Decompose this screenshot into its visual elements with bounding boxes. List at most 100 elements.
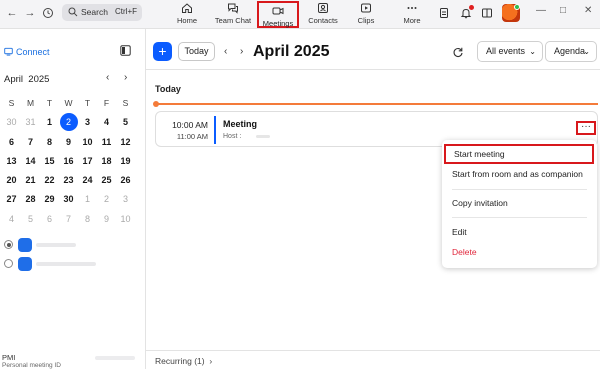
connect-button[interactable]: Connect [16, 47, 50, 57]
events-filter-value: All events [486, 46, 526, 56]
video-camera-icon [272, 7, 284, 15]
apps-icon[interactable] [481, 7, 493, 19]
add-meeting-button[interactable]: + [153, 42, 172, 61]
calendar-day[interactable]: 10 [78, 133, 97, 152]
calendar-day[interactable]: 28 [21, 190, 40, 209]
calendar-account-item[interactable] [4, 238, 104, 252]
calendar-day[interactable]: 20 [2, 171, 21, 190]
tab-meetings[interactable]: Meetings [257, 1, 299, 28]
calendar-week: 27 28 29 30 1 2 3 [2, 190, 135, 209]
calendar-day[interactable]: 6 [40, 210, 59, 229]
menu-item-start-from-room[interactable]: Start from room and as companion [442, 164, 597, 184]
calendar-day[interactable]: 3 [116, 190, 135, 209]
notification-dot [469, 5, 474, 10]
page-title: April 2025 [253, 43, 330, 60]
prev-period-icon[interactable]: ‹ [224, 46, 227, 57]
search-box[interactable]: Search Ctrl+F [62, 4, 142, 21]
calendar-day[interactable]: 31 [21, 113, 40, 132]
selected-day-number: 2 [59, 113, 78, 132]
calendar-day[interactable]: 11 [97, 133, 116, 152]
refresh-icon[interactable] [452, 46, 464, 58]
calendar-day[interactable]: 7 [21, 133, 40, 152]
event-title: Meeting [223, 119, 258, 129]
calendar-day[interactable]: 14 [21, 152, 40, 171]
calendar-day[interactable]: 1 [78, 190, 97, 209]
calendar-day[interactable]: 22 [40, 171, 59, 190]
calendar-day[interactable]: 23 [59, 171, 78, 190]
next-period-icon[interactable]: › [240, 46, 243, 57]
menu-item-delete[interactable]: Delete [442, 242, 597, 262]
menu-item-edit[interactable]: Edit [442, 222, 597, 242]
calendar-day[interactable]: 24 [78, 171, 97, 190]
forward-arrow-icon[interactable]: → [23, 6, 37, 20]
calendar-day-selected[interactable]: 2 [59, 113, 78, 132]
calendar-day-number: 20 [6, 175, 17, 186]
calendar-day[interactable]: 16 [59, 152, 78, 171]
collapse-panel-icon[interactable] [120, 45, 131, 56]
calendar-day[interactable]: 19 [116, 152, 135, 171]
weekday-label: S [122, 98, 129, 108]
calendar-day[interactable]: 30 [59, 190, 78, 209]
menu-item-start-meeting[interactable]: Start meeting [444, 144, 594, 164]
tab-contacts[interactable]: Contacts [307, 2, 339, 28]
calendar-day[interactable]: 5 [21, 210, 40, 229]
tab-more[interactable]: More [400, 2, 424, 28]
calendar-week: 6 7 8 9 10 11 12 [2, 133, 135, 152]
calendar-day[interactable]: 21 [21, 171, 40, 190]
calendar-day[interactable]: 18 [97, 152, 116, 171]
calendar-day[interactable]: 7 [59, 210, 78, 229]
calendar-day[interactable]: 8 [40, 133, 59, 152]
calendar-day[interactable]: 17 [78, 152, 97, 171]
next-month-icon[interactable]: › [124, 72, 127, 83]
tab-team-chat[interactable]: Team Chat [211, 2, 255, 28]
view-dropdown[interactable]: Agenda ⌄ [545, 41, 597, 62]
calendar-day[interactable]: 25 [97, 171, 116, 190]
calendar-day[interactable]: 5 [116, 113, 135, 132]
calendar-day[interactable]: 8 [78, 210, 97, 229]
prev-month-icon[interactable]: ‹ [106, 72, 109, 83]
tab-home-label: Home [176, 16, 197, 25]
recurring-meetings-link[interactable]: Recurring (1) › [155, 356, 212, 366]
back-arrow-icon[interactable]: ← [5, 6, 19, 20]
calendar-week: 20 21 22 23 24 25 26 [2, 171, 135, 190]
calendar-day[interactable]: 4 [2, 210, 21, 229]
chevron-down-icon: ⌄ [583, 47, 590, 56]
calendar-day[interactable]: 30 [2, 113, 21, 132]
tab-team-chat-label: Team Chat [214, 16, 252, 25]
calendar-day-number: 10 [82, 136, 93, 147]
calendar-day-number: 28 [25, 194, 36, 205]
calendar-day[interactable]: 27 [2, 190, 21, 209]
today-button[interactable]: Today [178, 42, 215, 61]
calendar-day[interactable]: 9 [97, 210, 116, 229]
tab-home[interactable]: Home [172, 2, 202, 28]
calendar-day[interactable]: 15 [40, 152, 59, 171]
menu-item-copy-invitation[interactable]: Copy invitation [442, 193, 597, 213]
calendar-day[interactable]: 1 [40, 113, 59, 132]
calendar-day[interactable]: 10 [116, 210, 135, 229]
calendar-day[interactable]: 12 [116, 133, 135, 152]
calendar-account-radio[interactable] [4, 259, 13, 268]
maximize-icon[interactable]: □ [560, 5, 566, 16]
history-icon[interactable] [42, 7, 54, 19]
tab-clips[interactable]: Clips [354, 2, 378, 28]
calendar-account-radio[interactable] [4, 240, 13, 249]
close-icon[interactable]: ✕ [584, 5, 592, 16]
calendar-account-item[interactable] [4, 257, 104, 271]
calendar-day-number: 15 [44, 155, 55, 166]
events-filter-dropdown[interactable]: All events ⌄ [477, 41, 543, 62]
calendar-day[interactable]: 4 [97, 113, 116, 132]
search-icon [68, 7, 78, 17]
calendar-day[interactable]: 29 [40, 190, 59, 209]
calendar-day[interactable]: 2 [97, 190, 116, 209]
calendar-day[interactable]: 6 [2, 133, 21, 152]
calendar-day[interactable]: 13 [2, 152, 21, 171]
calendar-day-number: 29 [44, 194, 55, 205]
more-options-button[interactable]: ··· [576, 121, 596, 135]
calendar-day[interactable]: 26 [116, 171, 135, 190]
calendar-day-number: 30 [63, 194, 74, 205]
minimize-icon[interactable]: — [536, 5, 546, 16]
calendar-day[interactable]: 9 [59, 133, 78, 152]
whiteboard-icon[interactable] [438, 7, 450, 19]
calendar-day[interactable]: 3 [78, 113, 97, 132]
weekday-label: T [84, 98, 91, 108]
